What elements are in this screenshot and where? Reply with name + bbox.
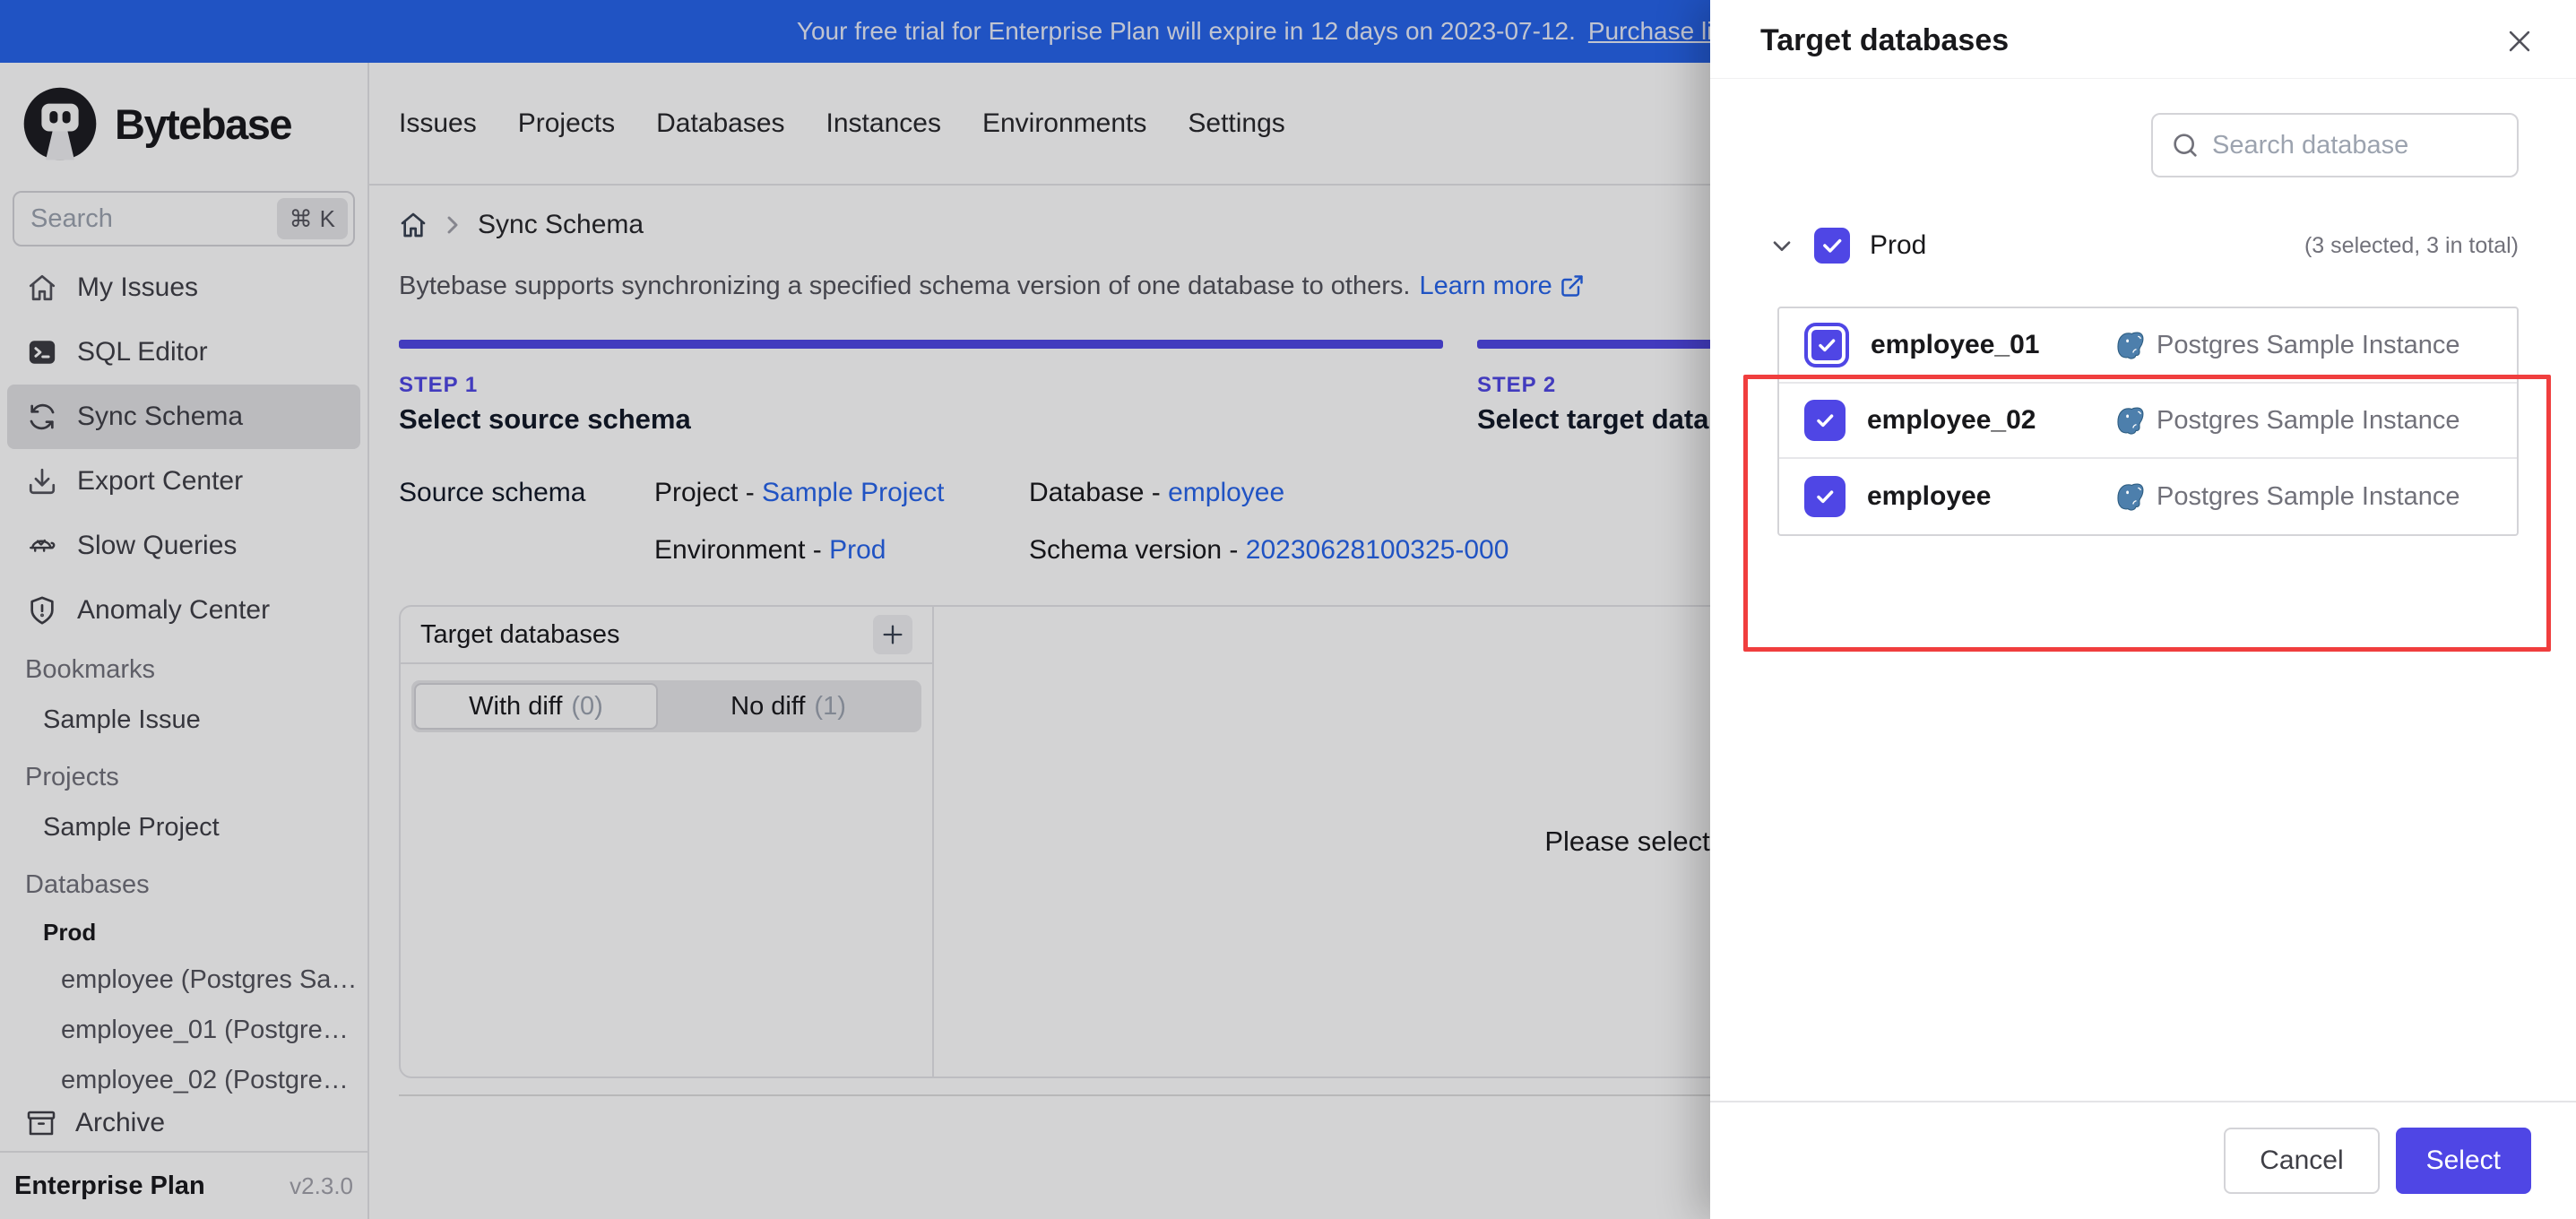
- cancel-button[interactable]: Cancel: [2224, 1128, 2380, 1194]
- group-name: Prod: [1870, 230, 1927, 260]
- group-selection-summary: (3 selected, 3 in total): [2304, 232, 2519, 258]
- drawer-search: [1768, 113, 2519, 177]
- employee-checkbox[interactable]: [1804, 476, 1846, 517]
- employee-02-checkbox[interactable]: [1804, 400, 1846, 441]
- select-button[interactable]: Select: [2395, 1128, 2531, 1194]
- instance-label: Postgres Sample Instance: [2115, 405, 2492, 436]
- environment-group-row: Prod (3 selected, 3 in total): [1768, 224, 2519, 267]
- instance-label: Postgres Sample Instance: [2115, 481, 2492, 512]
- database-row-employee[interactable]: employee Postgres Sample Instance: [1779, 459, 2517, 534]
- database-row-employee-02[interactable]: employee_02 Postgres Sample Instance: [1779, 384, 2517, 459]
- chevron-down-icon[interactable]: [1768, 231, 1796, 260]
- instance-label: Postgres Sample Instance: [2115, 330, 2492, 360]
- database-row-employee-01[interactable]: employee_01 Postgres Sample Instance: [1779, 308, 2517, 384]
- target-databases-drawer: Target databases Prod (3 selected, 3 in …: [1710, 0, 2576, 1219]
- close-icon[interactable]: [2504, 26, 2535, 56]
- drawer-body: Prod (3 selected, 3 in total) employee_0…: [1710, 79, 2576, 1101]
- postgres-icon: [2115, 330, 2146, 360]
- app-root: Your free trial for Enterprise Plan will…: [0, 0, 2576, 1219]
- drawer-footer: Cancel Select: [1710, 1101, 2576, 1219]
- database-list: employee_01 Postgres Sample Instance emp…: [1777, 307, 2519, 536]
- prod-group-checkbox[interactable]: [1814, 228, 1850, 264]
- drawer-title: Target databases: [1760, 23, 2010, 57]
- database-search-input[interactable]: [2151, 113, 2519, 177]
- drawer-header: Target databases: [1710, 0, 2576, 79]
- postgres-icon: [2115, 405, 2146, 436]
- employee-01-checkbox[interactable]: [1804, 323, 1849, 367]
- postgres-icon: [2115, 481, 2146, 512]
